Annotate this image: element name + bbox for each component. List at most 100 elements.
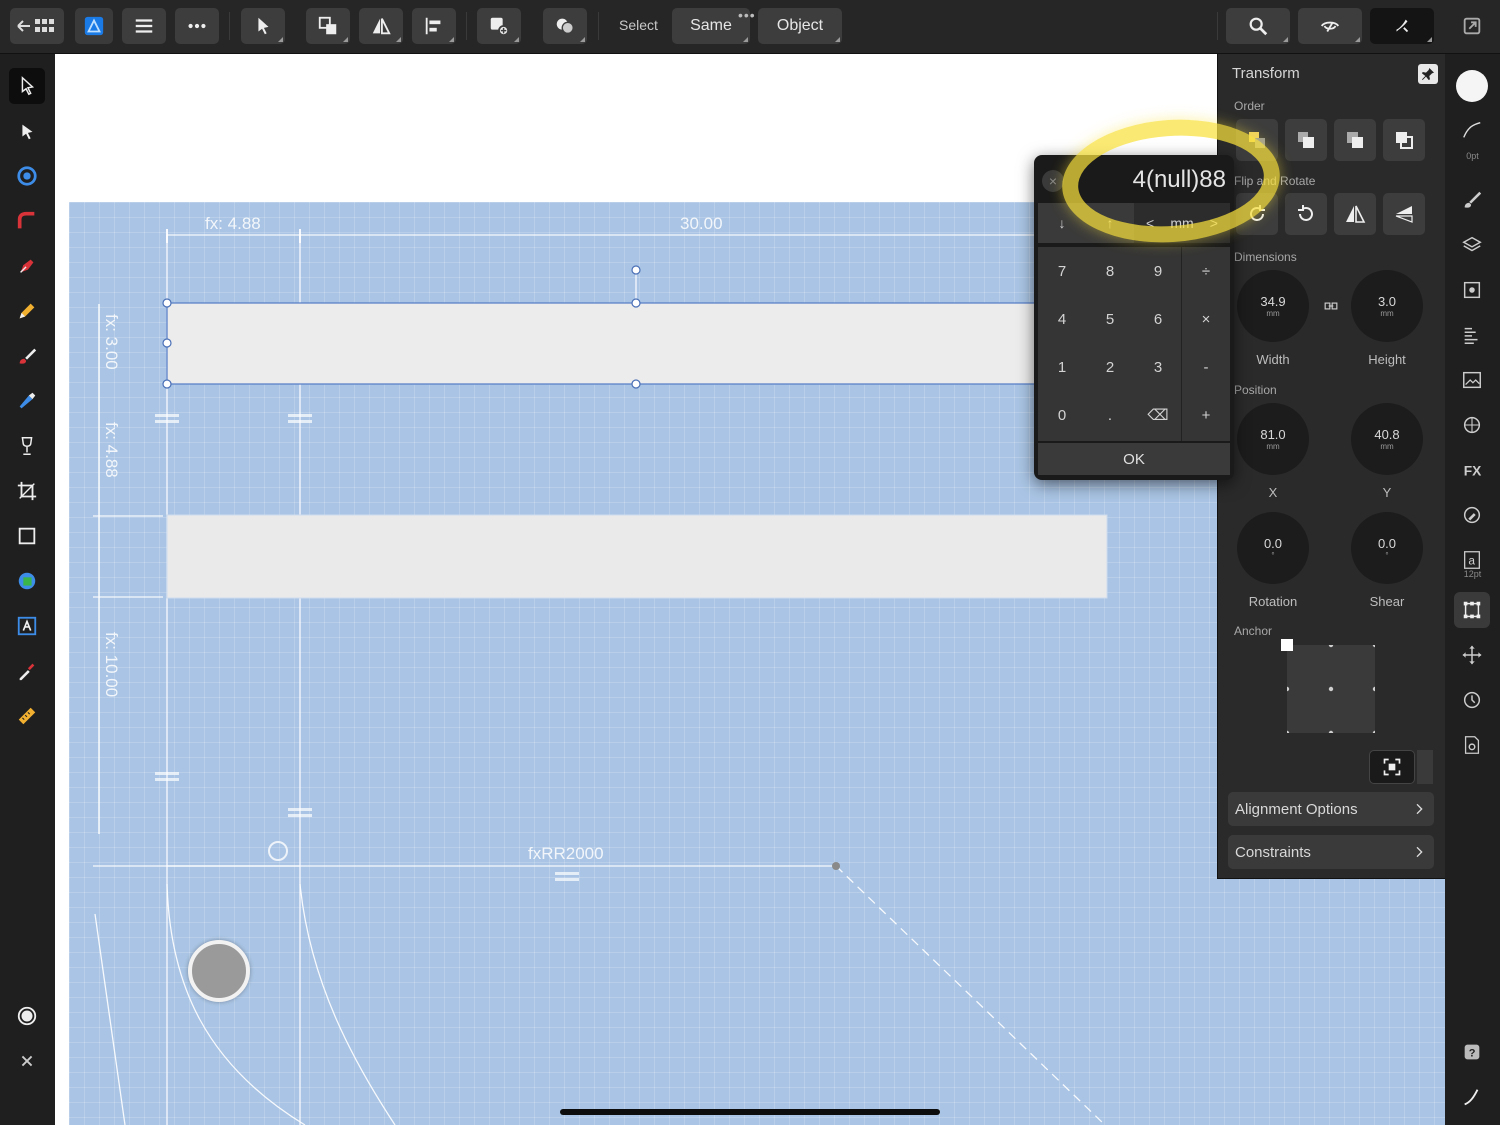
- boolean-button[interactable]: [543, 8, 587, 44]
- key-9[interactable]: 9: [1134, 247, 1182, 295]
- key-8[interactable]: 8: [1086, 247, 1134, 295]
- view-tool-button[interactable]: [1226, 8, 1290, 44]
- layers-panel-button[interactable]: [1454, 227, 1490, 263]
- key-multiply[interactable]: ×: [1182, 295, 1230, 343]
- dim-left-2: fx: 4.88: [102, 422, 121, 478]
- calculator-ok-button[interactable]: OK: [1038, 443, 1230, 475]
- order-to-front-button[interactable]: [1334, 119, 1376, 161]
- pencil-tool[interactable]: [9, 293, 45, 329]
- text-styles-panel-button[interactable]: [1454, 317, 1490, 353]
- measure-tool[interactable]: [9, 698, 45, 734]
- y-dial[interactable]: 40.8 mm: [1351, 403, 1423, 475]
- select-object-button[interactable]: Object: [758, 8, 842, 44]
- artistic-text-tool[interactable]: [9, 608, 45, 644]
- flip-vertical-button[interactable]: [1383, 193, 1425, 235]
- insert-button[interactable]: [477, 8, 521, 44]
- key-0[interactable]: 0: [1038, 391, 1086, 439]
- pen-tool[interactable]: [9, 248, 45, 284]
- back-to-documents-button[interactable]: [10, 8, 64, 44]
- help-button[interactable]: ?: [1454, 1034, 1490, 1070]
- document-settings-button[interactable]: [1454, 727, 1490, 763]
- color-panel-button[interactable]: [1454, 497, 1490, 533]
- move-panel-button[interactable]: [1454, 637, 1490, 673]
- width-dial[interactable]: 34.9 mm: [1237, 270, 1309, 342]
- rotation-dial[interactable]: 0.0 °: [1237, 512, 1309, 584]
- node-tool[interactable]: [9, 113, 45, 149]
- brushes-panel-button[interactable]: [1454, 182, 1490, 218]
- next-unit-button[interactable]: >: [1210, 215, 1218, 231]
- export-window-button[interactable]: [1456, 8, 1488, 44]
- history-panel-button[interactable]: [1454, 682, 1490, 718]
- key-2[interactable]: 2: [1086, 343, 1134, 391]
- previous-unit-button[interactable]: <: [1146, 215, 1154, 231]
- flip-horizontal-button[interactable]: [1334, 193, 1376, 235]
- fill-color-swatch[interactable]: [1454, 68, 1490, 104]
- anchor-selected-point[interactable]: [1281, 639, 1293, 651]
- flip-horizontal-icon: [1346, 205, 1366, 223]
- crop-icon: [17, 481, 37, 501]
- key-decimal[interactable]: .: [1086, 391, 1134, 439]
- unit-selector[interactable]: < mm >: [1134, 203, 1230, 243]
- align-button[interactable]: [412, 8, 456, 44]
- rotate-counterclockwise-button[interactable]: [1285, 193, 1327, 235]
- key-6[interactable]: 6: [1134, 295, 1182, 343]
- document-menu-button[interactable]: [122, 8, 166, 44]
- constraints-row[interactable]: Constraints: [1228, 835, 1434, 869]
- anchor-grid[interactable]: [1281, 639, 1375, 733]
- lock-aspect-button[interactable]: [1320, 299, 1342, 318]
- pin-panel-button[interactable]: [1418, 64, 1438, 84]
- assistant-button[interactable]: [1370, 8, 1434, 44]
- key-minus[interactable]: -: [1182, 343, 1230, 391]
- color-picker-tool[interactable]: [9, 653, 45, 689]
- key-1[interactable]: 1: [1038, 343, 1086, 391]
- order-forward-one-button[interactable]: [1285, 119, 1327, 161]
- vector-brush-tool[interactable]: [9, 338, 45, 374]
- x-dial[interactable]: 81.0 mm: [1237, 403, 1309, 475]
- value-down-button[interactable]: ↓: [1038, 215, 1086, 231]
- pencil-mode-button[interactable]: [1454, 1079, 1490, 1115]
- fill-tool[interactable]: [9, 383, 45, 419]
- flip-button[interactable]: [359, 8, 403, 44]
- crop-tool[interactable]: [9, 473, 45, 509]
- shear-dial[interactable]: 0.0 °: [1351, 512, 1423, 584]
- key-3[interactable]: 3: [1134, 343, 1182, 391]
- value-up-button[interactable]: ↑: [1086, 215, 1134, 231]
- close-tools-button[interactable]: [9, 1043, 45, 1079]
- point-transform-tool[interactable]: [9, 158, 45, 194]
- arrange-button[interactable]: [306, 8, 350, 44]
- second-rectangle[interactable]: [166, 514, 1108, 599]
- key-plus[interactable]: +: [1182, 391, 1230, 439]
- navigator-panel-button[interactable]: [1454, 407, 1490, 443]
- key-4[interactable]: 4: [1038, 295, 1086, 343]
- rectangle-tool[interactable]: [9, 518, 45, 554]
- order-to-back-button[interactable]: [1383, 119, 1425, 161]
- key-7[interactable]: 7: [1038, 247, 1086, 295]
- key-5[interactable]: 5: [1086, 295, 1134, 343]
- key-divide[interactable]: ÷: [1182, 247, 1230, 295]
- more-button[interactable]: [175, 8, 219, 44]
- move-tool[interactable]: [9, 68, 45, 104]
- quick-menu-button[interactable]: [9, 998, 45, 1034]
- shape-tool[interactable]: [9, 563, 45, 599]
- appearance-panel-button[interactable]: [1454, 272, 1490, 308]
- stroke-button[interactable]: [1454, 112, 1490, 148]
- transform-panel-button[interactable]: [1454, 592, 1490, 628]
- snapping-pointer-button[interactable]: [241, 8, 285, 44]
- effects-panel-button[interactable]: FX: [1454, 452, 1490, 488]
- stock-panel-button[interactable]: [1454, 362, 1490, 398]
- alignment-options-row[interactable]: Alignment Options: [1228, 792, 1434, 826]
- anchor-options-expand[interactable]: [1417, 750, 1433, 784]
- selected-rectangle[interactable]: [162, 265, 1036, 389]
- persona-designer-button[interactable]: [75, 8, 113, 44]
- key-backspace[interactable]: ⌫: [1134, 391, 1182, 439]
- export-icon: [1463, 17, 1481, 35]
- rotate-clockwise-button[interactable]: [1236, 193, 1278, 235]
- order-back-one-button[interactable]: [1236, 119, 1278, 161]
- transparency-tool[interactable]: [9, 428, 45, 464]
- ellipsis-icon: [188, 23, 206, 29]
- anchor-options-button[interactable]: [1369, 750, 1415, 784]
- view-mode-button[interactable]: [1298, 8, 1362, 44]
- more-options-dots-icon[interactable]: •••: [738, 7, 756, 23]
- height-dial[interactable]: 3.0 mm: [1351, 270, 1423, 342]
- corner-tool[interactable]: [9, 203, 45, 239]
